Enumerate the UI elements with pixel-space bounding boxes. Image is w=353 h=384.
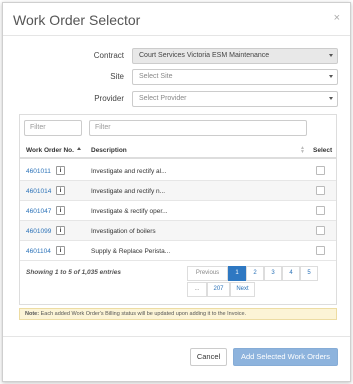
select-checkbox[interactable] bbox=[316, 246, 325, 255]
table-row: 4601047 i Investigate & rectify oper... bbox=[20, 201, 336, 221]
header-work-order-no[interactable]: Work Order No. bbox=[26, 147, 74, 154]
modal-header: Work Order Selector × bbox=[3, 3, 350, 36]
entries-info: Showing 1 to 5 of 1,035 entries bbox=[26, 269, 121, 276]
chevron-down-icon bbox=[329, 97, 333, 100]
filter-placeholder: Filter bbox=[30, 124, 46, 131]
pagination-ellipsis: ... bbox=[187, 282, 207, 297]
work-order-filter-input[interactable]: Filter bbox=[24, 120, 82, 136]
pagination-page-1[interactable]: 1 bbox=[228, 266, 246, 281]
table-row: 4601014 i Investigate and rectify n... bbox=[20, 181, 336, 201]
filter-placeholder: Filter bbox=[95, 124, 111, 131]
work-order-description: Supply & Replace Perista... bbox=[91, 248, 171, 255]
provider-select[interactable]: Select Provider bbox=[132, 91, 338, 107]
header-select: Select bbox=[313, 147, 333, 154]
contract-select[interactable]: Court Services Victoria ESM Maintenance bbox=[132, 48, 338, 64]
work-order-description: Investigation of boilers bbox=[91, 228, 156, 235]
contract-value: Court Services Victoria ESM Maintenance bbox=[139, 52, 270, 59]
pagination-page-5[interactable]: 5 bbox=[300, 266, 318, 281]
table-row: 4601104 i Supply & Replace Perista... bbox=[20, 241, 336, 261]
site-placeholder: Select Site bbox=[139, 73, 173, 80]
site-label: Site bbox=[110, 72, 124, 81]
provider-row: Provider Select Provider bbox=[3, 91, 350, 107]
table-row: 4601099 i Investigation of boilers bbox=[20, 221, 336, 241]
info-icon[interactable]: i bbox=[56, 206, 65, 215]
select-checkbox[interactable] bbox=[316, 206, 325, 215]
footer-divider bbox=[3, 336, 350, 337]
select-checkbox[interactable] bbox=[316, 186, 325, 195]
note-label: Note: bbox=[25, 311, 40, 317]
work-order-description: Investigate and rectify n... bbox=[91, 188, 166, 195]
work-order-link[interactable]: 4601011 bbox=[26, 168, 51, 175]
work-order-description: Investigate and rectify al... bbox=[91, 168, 167, 175]
site-select[interactable]: Select Site bbox=[132, 69, 338, 85]
sort-icon: ▲ ▼ bbox=[300, 145, 305, 155]
pagination-page-2[interactable]: 2 bbox=[246, 266, 264, 281]
note-text: Each added Work Order's Billing status w… bbox=[39, 311, 247, 317]
work-order-description: Investigate & rectify oper... bbox=[91, 208, 168, 215]
sort-ascending-icon bbox=[77, 147, 81, 150]
header-description[interactable]: Description bbox=[91, 147, 127, 154]
work-order-link[interactable]: 4601099 bbox=[26, 228, 51, 235]
pagination-next[interactable]: Next bbox=[230, 282, 255, 297]
work-order-link[interactable]: 4601014 bbox=[26, 188, 51, 195]
pagination-page-4[interactable]: 4 bbox=[282, 266, 300, 281]
site-row: Site Select Site bbox=[3, 69, 350, 85]
contract-label: Contract bbox=[93, 51, 124, 60]
add-selected-work-orders-button[interactable]: Add Selected Work Orders bbox=[233, 348, 338, 366]
table-row: 4601011 i Investigate and rectify al... bbox=[20, 161, 336, 181]
select-checkbox[interactable] bbox=[316, 226, 325, 235]
info-icon[interactable]: i bbox=[56, 246, 65, 255]
info-icon[interactable]: i bbox=[56, 166, 65, 175]
chevron-down-icon bbox=[329, 54, 333, 57]
cancel-button[interactable]: Cancel bbox=[190, 348, 227, 366]
provider-label: Provider bbox=[94, 94, 124, 103]
billing-note: Note: Each added Work Order's Billing st… bbox=[19, 308, 337, 320]
provider-placeholder: Select Provider bbox=[139, 95, 187, 102]
work-order-selector-modal: Work Order Selector × Contract Court Ser… bbox=[2, 2, 351, 382]
contract-row: Contract Court Services Victoria ESM Mai… bbox=[3, 48, 350, 64]
work-order-table-panel: Filter Filter Work Order No. Description… bbox=[19, 114, 337, 305]
close-icon[interactable]: × bbox=[334, 12, 340, 24]
chevron-down-icon bbox=[329, 75, 333, 78]
pagination-previous[interactable]: Previous bbox=[187, 266, 228, 281]
table-header: Work Order No. Description ▲ ▼ Select bbox=[20, 141, 336, 159]
modal-title: Work Order Selector bbox=[13, 12, 141, 28]
select-checkbox[interactable] bbox=[316, 166, 325, 175]
pagination-last-page[interactable]: 207 bbox=[207, 282, 230, 297]
work-order-link[interactable]: 4601047 bbox=[26, 208, 51, 215]
info-icon[interactable]: i bbox=[56, 226, 65, 235]
info-icon[interactable]: i bbox=[56, 186, 65, 195]
work-order-link[interactable]: 4601104 bbox=[26, 248, 51, 255]
pagination-page-3[interactable]: 3 bbox=[264, 266, 282, 281]
description-filter-input[interactable]: Filter bbox=[89, 120, 307, 136]
